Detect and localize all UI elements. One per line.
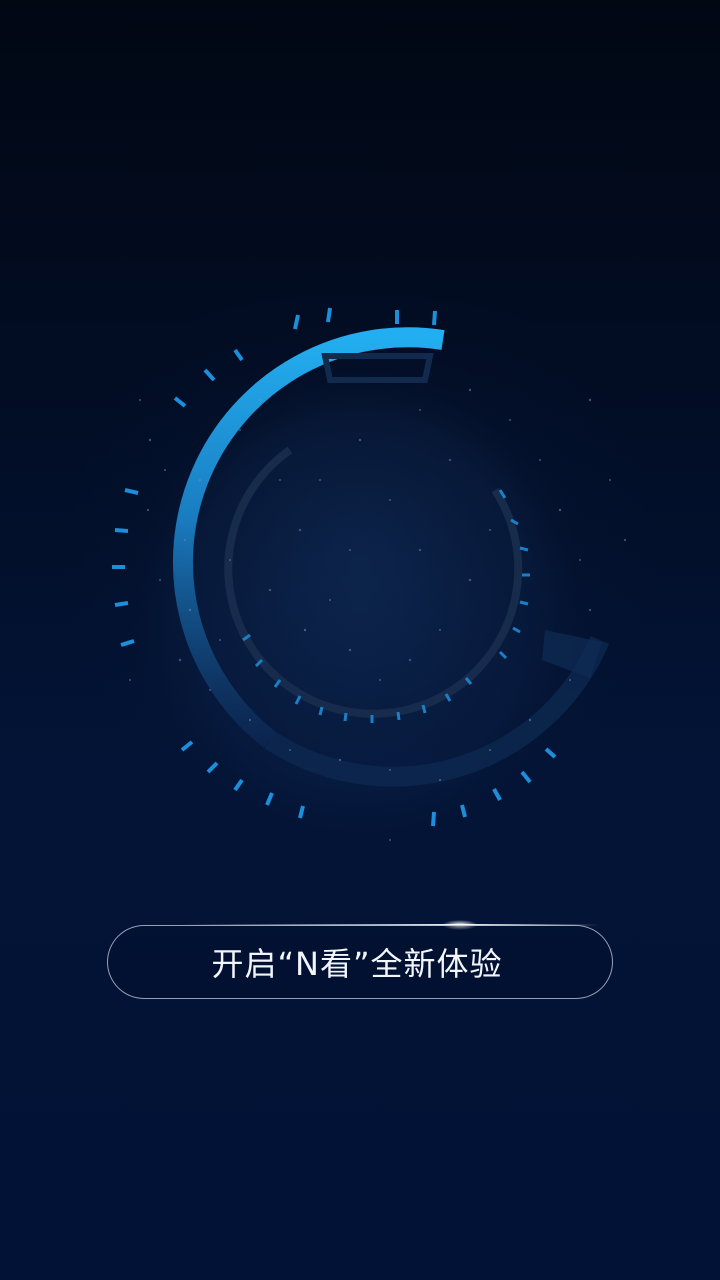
start-experience-label: 开启“N看”全新体验 <box>211 945 503 983</box>
circular-tech-dial-icon <box>110 307 627 841</box>
start-experience-button[interactable]: 开启“N看”全新体验 <box>107 925 613 999</box>
splash-screen: 开启“N看”全新体验 <box>0 0 720 1280</box>
